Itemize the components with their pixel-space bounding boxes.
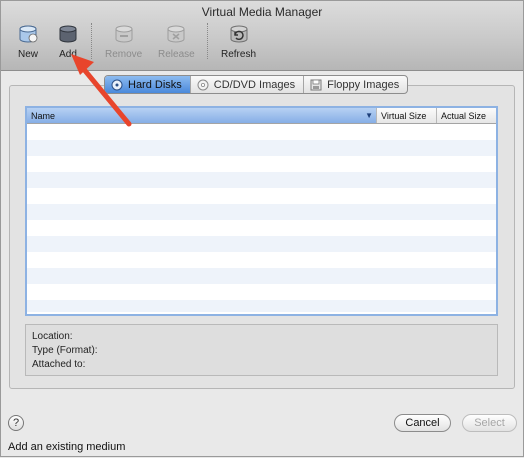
medium-info-panel: Location: Type (Format): Attached to: [25, 324, 498, 376]
tab-floppy-images[interactable]: Floppy Images [304, 76, 407, 93]
status-bar-text: Add an existing medium [8, 441, 126, 453]
media-tabs: Hard Disks CD/DVD Images Floppy Images [104, 75, 409, 94]
floppy-icon [310, 79, 322, 90]
tab-cd-dvd-images[interactable]: CD/DVD Images [191, 76, 305, 93]
column-header-virtual-size[interactable]: Virtual Size [377, 108, 437, 123]
add-disk-icon [59, 25, 77, 43]
tab-cd-dvd-images-label: CD/DVD Images [213, 78, 296, 91]
table-header: Name ▼ Virtual Size Actual Size [27, 108, 496, 124]
add-button-label: Add [59, 49, 77, 60]
help-button[interactable]: ? [8, 415, 24, 431]
release-button[interactable]: Release [158, 23, 195, 63]
new-button-label: New [17, 49, 38, 60]
new-button[interactable]: New [17, 23, 39, 63]
toolbar: Virtual Media Manager New Add Remove Rel… [1, 1, 523, 71]
release-disk-icon [167, 25, 185, 43]
cd-icon [197, 79, 209, 90]
release-button-label: Release [158, 49, 195, 60]
refresh-button-label: Refresh [221, 49, 257, 60]
media-table[interactable]: Name ▼ Virtual Size Actual Size [25, 106, 498, 316]
hard-disk-icon [111, 79, 123, 90]
cancel-button[interactable]: Cancel [394, 414, 451, 432]
sort-descending-icon: ▼ [365, 111, 373, 120]
tab-hard-disks[interactable]: Hard Disks [105, 76, 191, 93]
new-disk-icon [19, 25, 38, 43]
toolbar-separator [91, 23, 92, 59]
refresh-button[interactable]: Refresh [221, 23, 256, 63]
attached-to-label: Attached to: [32, 359, 86, 370]
add-button[interactable]: Add [57, 23, 79, 63]
window-title: Virtual Media Manager [201, 5, 323, 19]
tab-floppy-images-label: Floppy Images [327, 78, 400, 91]
refresh-icon [230, 25, 247, 43]
remove-button-label: Remove [105, 49, 143, 60]
select-button[interactable]: Select [462, 414, 517, 432]
location-label: Location: [32, 331, 73, 342]
column-header-actual-size[interactable]: Actual Size [437, 108, 496, 123]
remove-button[interactable]: Remove [105, 23, 142, 63]
type-format-label: Type (Format): [32, 345, 98, 356]
virtual-media-manager-window: Virtual Media Manager New Add Remove Rel… [0, 0, 524, 457]
column-header-name-label: Name [31, 110, 56, 121]
remove-disk-icon [115, 25, 133, 43]
tab-hard-disks-label: Hard Disks [128, 78, 182, 91]
table-body[interactable] [27, 124, 496, 312]
toolbar-separator [207, 23, 208, 59]
column-header-name[interactable]: Name ▼ [27, 108, 377, 123]
